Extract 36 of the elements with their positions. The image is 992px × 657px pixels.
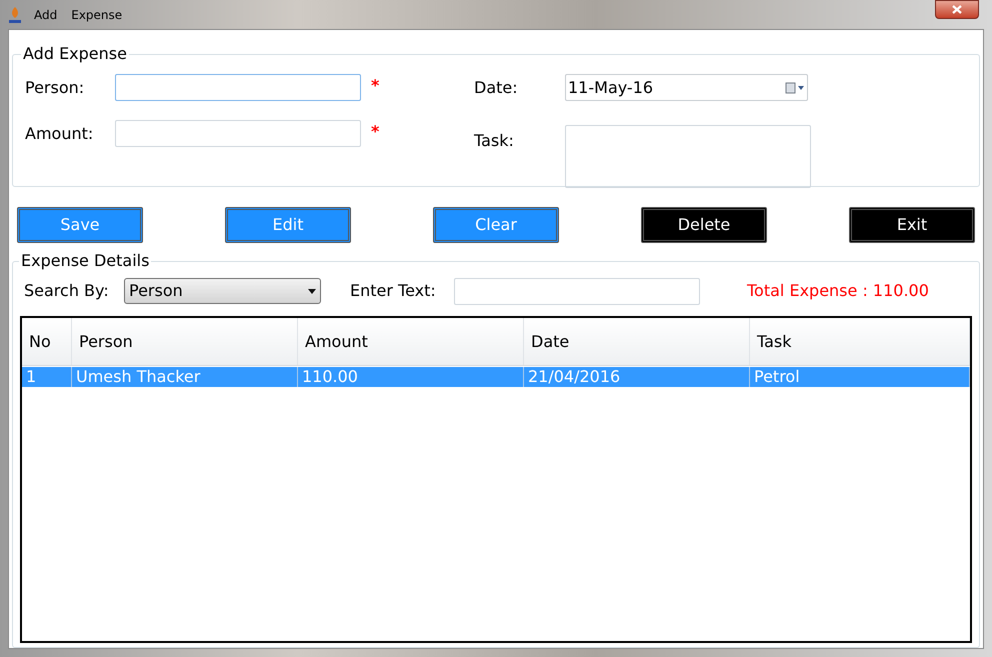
table-cell: Umesh Thacker [72, 367, 298, 387]
table-cell: Petrol [750, 367, 970, 387]
field-label: Date: [474, 77, 519, 99]
column-header[interactable]: Amount [298, 318, 524, 365]
column-header[interactable]: Task [750, 318, 970, 365]
close-button[interactable] [935, 0, 979, 19]
total-expense: Total Expense : 110.00 [747, 280, 929, 302]
app-logo-icon [8, 6, 22, 24]
window-title: Expense [71, 6, 122, 24]
action-button[interactable]: Exit [849, 207, 975, 243]
field-label: Amount: [25, 123, 94, 145]
column-header[interactable]: Person [72, 318, 298, 365]
dropdown-arrow-icon [308, 288, 316, 294]
required-mark: * [371, 75, 380, 97]
group-title: Expense Details [20, 250, 150, 272]
close-icon [952, 5, 962, 14]
calendar-dropdown-icon [785, 82, 805, 94]
group-title: Add Expense [22, 43, 128, 65]
field-label: Person: [25, 77, 86, 99]
search-by-dropdown[interactable]: Person [124, 278, 321, 304]
input-field[interactable] [115, 120, 361, 147]
field-label: Enter Text: [350, 280, 437, 302]
search-text-field[interactable] [454, 278, 700, 304]
window-title: Add [34, 6, 58, 24]
column-header[interactable]: No [22, 318, 72, 365]
table-cell: 21/04/2016 [524, 367, 750, 387]
input-field[interactable] [115, 74, 361, 101]
column-header[interactable]: Date [524, 318, 750, 365]
required-mark: * [371, 121, 380, 143]
table-cell: 1 [22, 367, 72, 387]
action-button[interactable]: Delete [641, 207, 767, 243]
field-label: Search By: [24, 280, 110, 302]
table-cell: 110.00 [298, 367, 524, 387]
field-label: Task: [474, 130, 515, 152]
task-field[interactable] [565, 125, 811, 188]
date-picker[interactable]: 11-May-16 [565, 74, 808, 101]
